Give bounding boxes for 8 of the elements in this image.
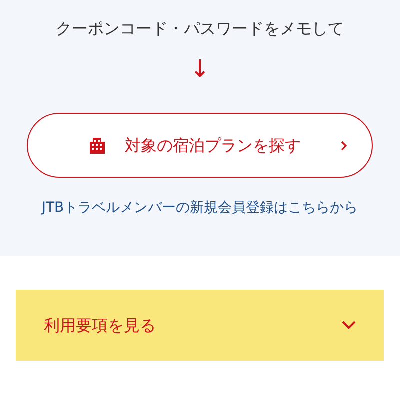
search-plans-button[interactable]: 対象の宿泊プランを探す [27,113,373,178]
chevron-down-icon [342,321,356,330]
register-link[interactable]: JTBトラベルメンバーの新規会員登録はこちらから [42,198,358,219]
terms-accordion[interactable]: 利用要項を見る [16,290,384,361]
building-icon [89,137,106,154]
instruction-text: クーポンコード・パスワードをメモして [56,18,344,40]
chevron-right-icon [340,140,348,152]
down-arrow: ↓ [190,55,210,83]
